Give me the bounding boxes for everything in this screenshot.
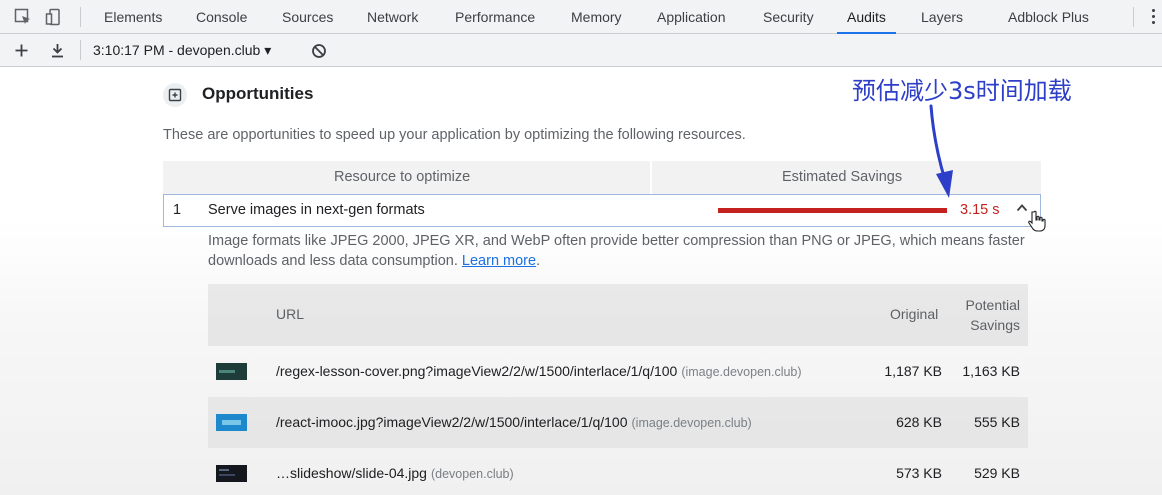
details-table: URL Original Potential Savings /regex-le… xyxy=(208,284,1028,495)
original-size: 628 KB xyxy=(896,414,942,430)
tab-elements[interactable]: Elements xyxy=(104,0,162,34)
clear-block-icon[interactable] xyxy=(311,43,327,59)
potential-savings: 529 KB xyxy=(974,465,1020,481)
tab-adblock-plus[interactable]: Adblock Plus xyxy=(1008,0,1089,34)
tab-application[interactable]: Application xyxy=(657,0,726,34)
toolbar-divider xyxy=(1133,7,1134,27)
section-description: These are opportunities to speed up your… xyxy=(163,127,746,143)
resource-url[interactable]: …slideshow/slide-04.jpg (devopen.club) xyxy=(276,448,514,495)
learn-more-link[interactable]: Learn more xyxy=(462,253,536,269)
table-row: /regex-lesson-cover.png?imageView2/2/w/1… xyxy=(208,346,1028,397)
audit-report: Opportunities These are opportunities to… xyxy=(0,67,1162,495)
toolbar-divider xyxy=(80,7,81,27)
opportunity-index: 1 xyxy=(173,202,182,218)
tab-layers[interactable]: Layers xyxy=(921,0,963,34)
more-options-icon[interactable] xyxy=(1150,8,1156,26)
image-thumbnail xyxy=(216,363,247,380)
tab-sources[interactable]: Sources xyxy=(282,0,333,34)
detail-period: . xyxy=(536,253,541,269)
tab-console[interactable]: Console xyxy=(196,0,247,34)
section-title: Opportunities xyxy=(202,84,314,103)
devtools-tab-bar: Elements Console Sources Network Perform… xyxy=(0,0,1162,34)
potential-savings: 1,163 KB xyxy=(962,363,1020,379)
url-path: /regex-lesson-cover.png?imageView2/2/w/1… xyxy=(276,363,678,379)
opportunity-savings: 3.15 s xyxy=(960,202,1000,218)
plus-icon[interactable] xyxy=(14,43,29,58)
resource-url[interactable]: /regex-lesson-cover.png?imageView2/2/w/1… xyxy=(276,346,802,398)
potential-savings-column-header: Potential Savings xyxy=(948,295,1020,335)
image-thumbnail xyxy=(216,414,247,431)
image-thumbnail xyxy=(216,465,247,482)
opportunity-row[interactable]: 1 Serve images in next-gen formats 3.15 … xyxy=(163,194,1041,227)
audits-toolbar: 3:10:17 PM - devopen.club ▾ xyxy=(0,34,1162,67)
url-path: …slideshow/slide-04.jpg xyxy=(276,465,427,481)
savings-column-header: Estimated Savings xyxy=(782,169,903,185)
resource-column-header: Resource to optimize xyxy=(334,169,471,185)
tab-network[interactable]: Network xyxy=(367,0,418,34)
url-host: (image.devopen.club) xyxy=(631,416,752,430)
annotation-text: 预估减少3s时间加载 xyxy=(852,77,1072,105)
potential-label: Potential xyxy=(965,297,1020,313)
url-host: (devopen.club) xyxy=(430,467,514,481)
hand-cursor-icon xyxy=(1028,210,1046,232)
url-column-header: URL xyxy=(276,306,305,322)
details-table-header: URL Original Potential Savings xyxy=(208,284,1028,346)
savings-bar xyxy=(718,208,947,213)
annotation-arrow-icon xyxy=(929,104,953,198)
opportunities-section-icon xyxy=(163,83,187,107)
opportunity-icon xyxy=(168,88,182,102)
table-row: …slideshow/slide-04.jpg (devopen.club) 57… xyxy=(208,448,1028,495)
device-toolbar-icon[interactable] xyxy=(45,8,63,26)
table-row: /react-imooc.jpg?imageView2/2/w/1500/int… xyxy=(208,397,1028,448)
tab-security[interactable]: Security xyxy=(763,0,814,34)
detail-text: Image formats like JPEG 2000, JPEG XR, a… xyxy=(208,233,1025,269)
original-size: 573 KB xyxy=(896,465,942,481)
column-divider xyxy=(650,161,652,194)
opportunity-title: Serve images in next-gen formats xyxy=(208,202,425,218)
url-host: (image.devopen.club) xyxy=(681,365,802,379)
original-column-header: Original xyxy=(890,306,939,322)
tab-audits[interactable]: Audits xyxy=(837,0,896,34)
opportunity-detail: Image formats like JPEG 2000, JPEG XR, a… xyxy=(208,231,1028,271)
tab-performance[interactable]: Performance xyxy=(455,0,535,34)
report-selector[interactable]: 3:10:17 PM - devopen.club ▾ xyxy=(93,34,271,67)
tab-memory[interactable]: Memory xyxy=(571,0,622,34)
savings-label: Savings xyxy=(970,317,1020,333)
toolbar-divider xyxy=(80,40,81,60)
original-size: 1,187 KB xyxy=(884,363,942,379)
resource-url[interactable]: /react-imooc.jpg?imageView2/2/w/1500/int… xyxy=(276,397,752,449)
potential-savings: 555 KB xyxy=(974,414,1020,430)
url-path: /react-imooc.jpg?imageView2/2/w/1500/int… xyxy=(276,414,628,430)
inspect-element-icon[interactable] xyxy=(14,8,32,26)
opportunity-table-header: Resource to optimize Estimated Savings xyxy=(163,161,1041,194)
download-icon[interactable] xyxy=(50,43,65,58)
